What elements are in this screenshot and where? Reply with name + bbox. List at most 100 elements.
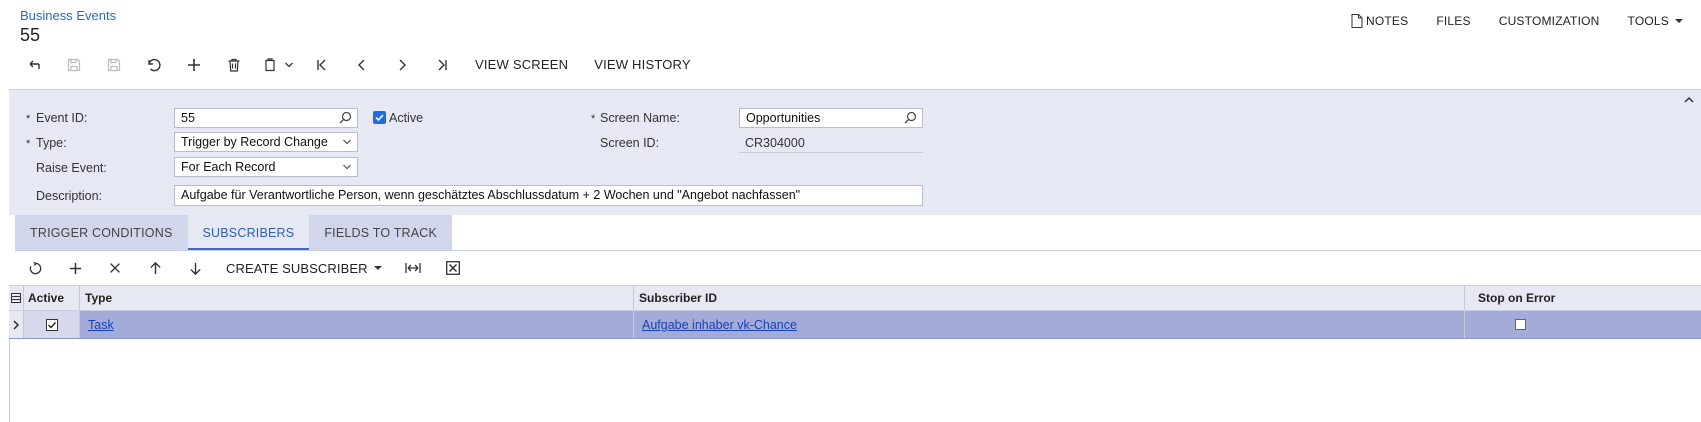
plus-icon	[188, 59, 200, 71]
tab-subscribers[interactable]: SUBSCRIBERS	[187, 215, 310, 250]
tab-fields-to-track[interactable]: FIELDS TO TRACK	[309, 215, 452, 250]
notes-link[interactable]: NOTES	[1337, 12, 1422, 30]
customization-link[interactable]: CUSTOMIZATION	[1485, 12, 1614, 30]
delete-button[interactable]	[214, 54, 254, 76]
previous-record-button[interactable]	[342, 54, 382, 76]
export-excel-button[interactable]	[433, 256, 473, 280]
screen-name-field[interactable]: Opportunities	[739, 108, 923, 128]
collapse-panel-button[interactable]	[1683, 93, 1695, 108]
tab-bar: TRIGGER CONDITIONS SUBSCRIBERS FIELDS TO…	[15, 215, 453, 250]
description-label: Description:	[36, 189, 102, 203]
add-button[interactable]	[174, 54, 214, 76]
view-screen-button[interactable]: VIEW SCREEN	[462, 54, 581, 76]
type-label: Type:	[36, 136, 67, 150]
column-header-active[interactable]: Active	[24, 286, 80, 310]
delete-row-button[interactable]	[95, 256, 135, 280]
plus-icon	[69, 262, 81, 274]
screen-id-field: CR304000	[739, 133, 923, 153]
table-row[interactable]: Task Aufgabe inhaber vk-Chance	[9, 311, 1701, 339]
clipboard-icon	[265, 58, 275, 72]
required-mark: *	[591, 113, 596, 125]
add-row-button[interactable]	[55, 256, 95, 280]
chevron-right-icon	[399, 59, 406, 71]
active-label: Active	[389, 111, 424, 125]
tools-label: TOOLS	[1627, 14, 1669, 28]
active-checkbox[interactable]	[373, 111, 386, 124]
tab-divider	[15, 250, 1701, 251]
type-select[interactable]: Trigger by Record Change	[174, 132, 358, 152]
page-title: 55	[20, 25, 41, 45]
tab-trigger-conditions[interactable]: TRIGGER CONDITIONS	[15, 215, 188, 250]
save-close-icon	[107, 58, 121, 72]
refresh-icon	[29, 261, 41, 274]
save-button[interactable]	[54, 54, 94, 76]
event-id-label: Event ID:	[36, 111, 88, 125]
back-button[interactable]	[14, 54, 54, 76]
tools-menu[interactable]: TOOLS	[1614, 12, 1701, 30]
row-active-checkbox[interactable]	[46, 319, 58, 331]
caret-down-icon	[373, 266, 382, 270]
type-link[interactable]: Task	[88, 318, 114, 332]
last-icon	[438, 59, 447, 71]
description-field[interactable]: Aufgabe für Verantwortliche Person, wenn…	[174, 185, 923, 206]
column-settings-icon	[11, 293, 21, 303]
grid-toolbar: CREATE SUBSCRIBER	[15, 256, 473, 280]
files-link[interactable]: FILES	[1422, 12, 1484, 30]
screen-id-label: Screen ID:	[600, 136, 660, 150]
create-subscriber-menu[interactable]: CREATE SUBSCRIBER	[215, 261, 393, 276]
column-settings-cell[interactable]	[9, 286, 24, 310]
cancel-button[interactable]	[134, 54, 174, 76]
back-arrow-icon	[29, 60, 40, 69]
refresh-button[interactable]	[15, 256, 55, 280]
arrow-down-icon	[189, 262, 201, 275]
required-mark: *	[26, 138, 31, 150]
column-header-subscriber-id[interactable]: Subscriber ID	[634, 286, 1465, 310]
move-up-button[interactable]	[135, 256, 175, 280]
row-active-cell[interactable]	[24, 311, 80, 338]
fit-width-icon	[404, 263, 421, 273]
customization-label: CUSTOMIZATION	[1498, 14, 1600, 28]
raise-event-label: Raise Event:	[36, 161, 107, 175]
notes-label: NOTES	[1366, 14, 1409, 28]
next-record-button[interactable]	[382, 54, 422, 76]
arrow-up-icon	[149, 261, 161, 274]
screen-name-value: Opportunities	[746, 111, 821, 125]
chevron-left-icon	[358, 59, 365, 71]
view-history-button[interactable]: VIEW HISTORY	[581, 54, 704, 76]
event-id-value: 55	[181, 111, 195, 125]
undo-icon	[148, 58, 161, 72]
grid-header: Active Type Subscriber ID Stop on Error	[9, 285, 1701, 311]
fit-columns-button[interactable]	[393, 256, 433, 280]
caret-down-icon	[1675, 19, 1683, 23]
event-id-field[interactable]: 55	[174, 108, 358, 128]
files-label: FILES	[1436, 14, 1471, 28]
create-subscriber-label: CREATE SUBSCRIBER	[226, 260, 368, 276]
column-header-stop-on-error[interactable]: Stop on Error	[1465, 286, 1701, 310]
chevron-up-icon	[1684, 96, 1694, 103]
row-type-cell[interactable]: Task	[80, 311, 634, 338]
chevron-down-icon	[285, 62, 293, 68]
document-icon	[1351, 14, 1363, 28]
description-value: Aufgabe für Verantwortliche Person, wenn…	[181, 188, 801, 202]
breadcrumb[interactable]: Business Events	[20, 8, 116, 23]
close-icon	[110, 263, 120, 273]
trash-icon	[228, 58, 240, 72]
column-header-type[interactable]: Type	[80, 286, 634, 310]
row-subscriber-cell[interactable]: Aufgabe inhaber vk-Chance	[634, 311, 1465, 338]
raise-event-value: For Each Record	[181, 160, 276, 174]
search-icon[interactable]	[339, 111, 352, 124]
last-record-button[interactable]	[422, 54, 462, 76]
first-record-button[interactable]	[302, 54, 342, 76]
row-selector[interactable]	[9, 311, 24, 338]
first-icon	[317, 59, 326, 71]
move-down-button[interactable]	[175, 256, 215, 280]
main-toolbar: VIEW SCREEN VIEW HISTORY	[14, 54, 704, 76]
search-icon[interactable]	[904, 111, 917, 124]
save-close-button[interactable]	[94, 54, 134, 76]
stop-on-error-checkbox[interactable]	[1515, 319, 1526, 330]
raise-event-select[interactable]: For Each Record	[174, 157, 358, 177]
copy-paste-button[interactable]	[254, 54, 302, 76]
top-links: NOTES FILES CUSTOMIZATION TOOLS	[1337, 12, 1701, 30]
subscriber-link[interactable]: Aufgabe inhaber vk-Chance	[642, 318, 797, 332]
row-stop-on-error-cell[interactable]	[1465, 311, 1701, 338]
